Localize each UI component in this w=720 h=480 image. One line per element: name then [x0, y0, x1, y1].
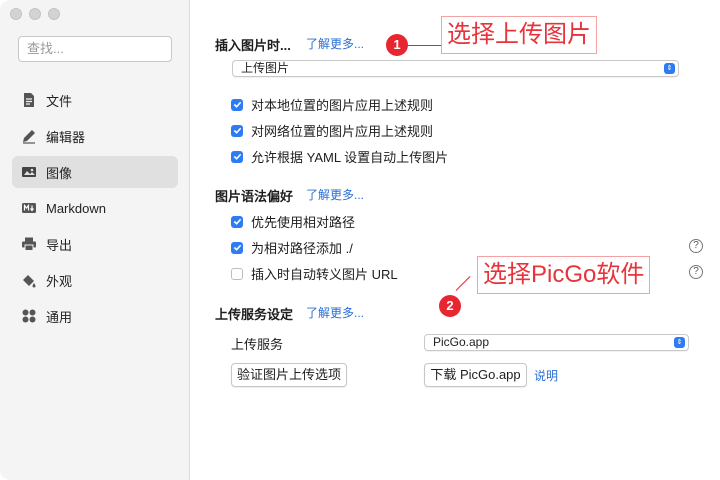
minimize-window-button[interactable]: [29, 8, 41, 20]
annotation-connector-2: [455, 276, 471, 291]
verify-upload-button[interactable]: 验证图片上传选项: [231, 363, 347, 387]
sidebar: 查找... 文件 编辑器 图像 Markdown 导出 外观 通用: [0, 0, 190, 480]
image-icon: [20, 163, 38, 181]
help-icon[interactable]: ?: [689, 265, 703, 279]
annotation-badge-2: 2: [439, 295, 461, 317]
insert-action-value: 上传图片: [241, 61, 290, 75]
upload-learn-more-link[interactable]: 了解更多...: [306, 304, 364, 321]
sidebar-item-export[interactable]: 导出: [12, 228, 178, 260]
annotation-badge-1: 1: [386, 34, 408, 56]
checkbox-label: 为相对路径添加 ./: [251, 241, 353, 256]
checkbox-row[interactable]: 为相对路径添加 ./: [231, 238, 353, 257]
download-picgo-button[interactable]: 下载 PicGo.app: [424, 363, 527, 387]
grid-icon: [20, 307, 38, 325]
sidebar-item-markdown[interactable]: Markdown: [12, 192, 178, 224]
preferences-window: 查找... 文件 编辑器 图像 Markdown 导出 外观 通用 插入图片时.…: [0, 0, 720, 480]
checkbox-row[interactable]: 允许根据 YAML 设置自动上传图片: [231, 147, 448, 166]
checkbox-row[interactable]: 对本地位置的图片应用上述规则: [231, 95, 433, 114]
pencil-icon: [20, 127, 38, 145]
sidebar-item-appearance[interactable]: 外观: [12, 264, 178, 296]
chevron-updown-icon: ⇕: [664, 63, 675, 74]
help-icon[interactable]: ?: [689, 239, 703, 253]
checkbox-label: 优先使用相对路径: [251, 215, 356, 230]
settings-panel: 插入图片时... 了解更多... 上传图片 ⇕ 对本地位置的图片应用上述规则 对…: [191, 0, 720, 480]
explain-link[interactable]: 说明: [534, 367, 558, 384]
checkbox-row[interactable]: 插入时自动转义图片 URL: [231, 264, 398, 283]
sidebar-item-label: 图像: [46, 165, 73, 181]
insert-action-select[interactable]: 上传图片 ⇕: [232, 60, 679, 77]
sidebar-item-label: 外观: [46, 273, 73, 289]
sidebar-nav: 文件 编辑器 图像 Markdown 导出 外观 通用: [12, 84, 178, 336]
markdown-icon: [20, 199, 38, 217]
chevron-updown-icon: ⇕: [674, 337, 685, 348]
annotation-callout-2: 选择PicGo软件: [477, 256, 651, 294]
search-input[interactable]: 查找...: [18, 36, 172, 62]
sidebar-item-file[interactable]: 文件: [12, 84, 178, 116]
sidebar-item-editor[interactable]: 编辑器: [12, 120, 178, 152]
paint-bucket-icon: [20, 271, 38, 289]
annotation-callout-1: 选择上传图片: [441, 16, 597, 54]
zoom-window-button[interactable]: [48, 8, 60, 20]
sidebar-item-label: 文件: [46, 93, 73, 109]
upload-service-select[interactable]: PicGo.app ⇕: [424, 334, 689, 351]
document-icon: [20, 91, 38, 109]
checkbox-row[interactable]: 优先使用相对路径: [231, 212, 355, 231]
checkbox-checked-icon[interactable]: [231, 215, 243, 228]
checkbox-row[interactable]: 对网络位置的图片应用上述规则: [231, 121, 433, 140]
window-controls: [10, 8, 60, 20]
annotation-connector-1: [408, 45, 441, 46]
sidebar-item-general[interactable]: 通用: [12, 300, 178, 332]
checkbox-label: 对网络位置的图片应用上述规则: [251, 124, 434, 139]
checkbox-label: 插入时自动转义图片 URL: [251, 267, 398, 282]
syntax-section-title: 图片语法偏好: [215, 189, 294, 204]
sidebar-item-label: 导出: [46, 237, 73, 253]
checkbox-label: 允许根据 YAML 设置自动上传图片: [251, 150, 449, 165]
checkbox-checked-icon[interactable]: [231, 150, 243, 163]
printer-icon: [20, 235, 38, 253]
close-window-button[interactable]: [10, 8, 22, 20]
checkbox-label: 对本地位置的图片应用上述规则: [251, 98, 434, 113]
checkbox-checked-icon[interactable]: [231, 124, 243, 137]
upload-service-value: PicGo.app: [433, 335, 490, 349]
checkbox-checked-icon[interactable]: [231, 98, 243, 111]
insert-learn-more-link[interactable]: 了解更多...: [306, 35, 364, 52]
sidebar-item-image[interactable]: 图像: [12, 156, 178, 188]
upload-service-label: 上传服务: [231, 337, 284, 352]
insert-section-title: 插入图片时...: [215, 38, 291, 53]
upload-section-title: 上传服务设定: [215, 307, 294, 322]
checkbox-unchecked-icon[interactable]: [231, 267, 243, 280]
syntax-learn-more-link[interactable]: 了解更多...: [306, 186, 364, 203]
sidebar-item-label: Markdown: [46, 200, 106, 216]
sidebar-item-label: 编辑器: [46, 129, 86, 145]
sidebar-item-label: 通用: [46, 309, 73, 325]
checkbox-checked-icon[interactable]: [231, 241, 243, 254]
